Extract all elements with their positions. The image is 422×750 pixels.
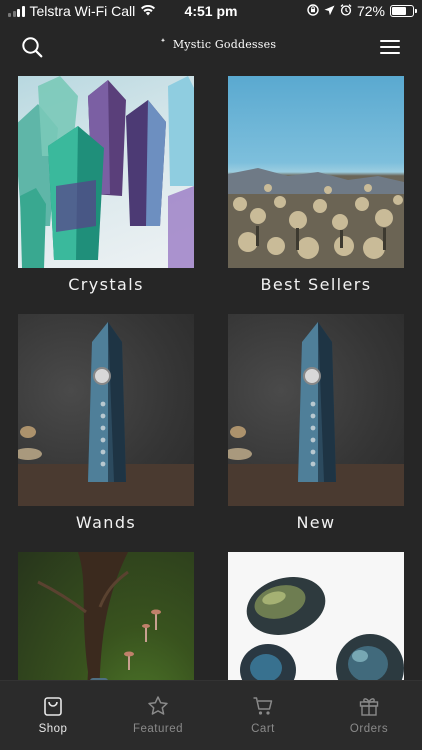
category-tile-best-sellers[interactable]: Best Sellers [228, 76, 404, 294]
tab-label: Orders [349, 723, 389, 735]
battery-icon [390, 5, 417, 17]
category-grid: Crystals Best Sellers Wands New [18, 76, 404, 680]
category-tile-5[interactable] [18, 552, 194, 680]
status-bar: Telstra Wi-Fi Call 4:51 pm 72% [0, 0, 422, 24]
labradorite-wand-image [228, 314, 404, 506]
battery-percent: 72% [356, 3, 385, 19]
tab-orders[interactable]: Orders [329, 695, 409, 735]
app-header: Mystic Goddesses [0, 24, 422, 70]
location-icon [324, 3, 335, 19]
brand-name: Mystic Goddesses [172, 37, 277, 51]
star-icon [148, 696, 168, 715]
category-tile-crystals[interactable]: Crystals [18, 76, 194, 294]
crescent-moon-logo [147, 32, 166, 56]
tab-featured[interactable]: Featured [118, 695, 198, 735]
tab-label: Shop [38, 723, 68, 735]
tab-label: Featured [132, 723, 184, 735]
moss-mushroom-image [18, 552, 194, 680]
category-label: Best Sellers [260, 275, 372, 294]
labradorite-wand-image [18, 314, 194, 506]
status-right: 72% [307, 3, 417, 19]
category-tile-wands[interactable]: Wands [18, 314, 194, 532]
shopping-bag-icon [44, 697, 62, 716]
tab-cart[interactable]: Cart [223, 695, 303, 735]
tab-shop[interactable]: Shop [13, 695, 93, 735]
category-tile-new[interactable]: New [228, 314, 404, 532]
fluorite-crystals-image [18, 76, 194, 268]
category-tile-6[interactable] [228, 552, 404, 680]
menu-button[interactable] [377, 34, 403, 60]
category-label: New [296, 513, 336, 532]
bottom-tab-bar: Shop Featured Cart Orders [0, 680, 422, 750]
cart-icon [253, 697, 273, 715]
desert-cactus-image [228, 76, 404, 268]
rotation-lock-icon [307, 3, 319, 19]
alarm-icon [340, 3, 352, 19]
hamburger-menu-icon [380, 40, 400, 54]
tab-label: Cart [251, 723, 275, 735]
labradorite-stones-image [228, 552, 404, 680]
category-label: Crystals [68, 275, 144, 294]
brand-logo[interactable]: Mystic Goddesses [0, 30, 422, 58]
gift-icon [359, 698, 379, 716]
category-label: Wands [75, 513, 137, 532]
